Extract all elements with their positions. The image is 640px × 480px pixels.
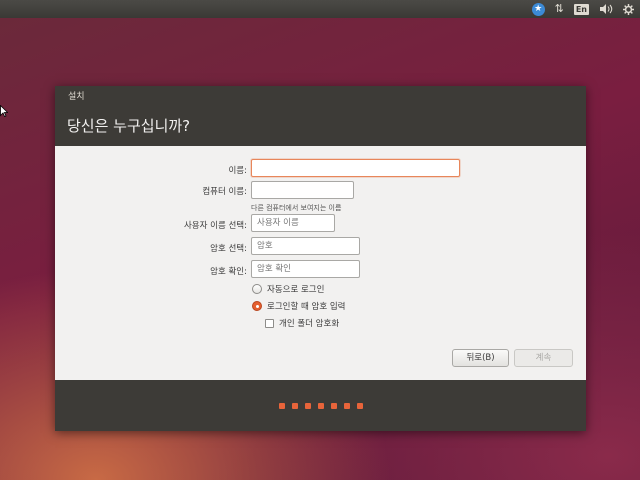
computer-name-hint: 다른 컴퓨터에서 보여지는 이름 xyxy=(251,204,342,212)
window-header: 설치 당신은 누구십니까? xyxy=(55,86,586,146)
top-panel: ★ ⇅ En xyxy=(0,0,640,18)
computer-name-input[interactable] xyxy=(251,181,354,199)
username-input[interactable] xyxy=(251,214,335,232)
auto-login-radio[interactable] xyxy=(252,284,262,294)
mouse-pointer-icon xyxy=(0,102,9,121)
encrypt-home-label: 개인 폴더 암호화 xyxy=(279,319,340,329)
user-form: 이름: 컴퓨터 이름: 다른 컴퓨터에서 보여지는 이름 사용자 이름 선택: … xyxy=(55,146,586,380)
confirm-password-input[interactable] xyxy=(251,260,360,278)
auto-login-option[interactable]: 자동으로 로그인 xyxy=(252,283,324,295)
progress-dot xyxy=(278,402,285,409)
gear-icon[interactable] xyxy=(623,3,634,15)
progress-dot xyxy=(317,402,324,409)
installer-window: 설치 당신은 누구십니까? 이름: 컴퓨터 이름: 다른 컴퓨터에서 보여지는 … xyxy=(55,86,586,431)
name-input[interactable] xyxy=(251,159,460,177)
require-password-option[interactable]: 로그인할 때 암호 입력 xyxy=(252,300,346,312)
volume-icon[interactable] xyxy=(599,4,613,14)
encrypt-home-option[interactable]: 개인 폴더 암호화 xyxy=(265,317,339,329)
accessibility-icon[interactable]: ★ xyxy=(531,2,545,16)
page-heading: 당신은 누구십니까? xyxy=(67,117,191,135)
password-input[interactable] xyxy=(251,237,360,255)
require-password-label: 로그인할 때 암호 입력 xyxy=(267,302,346,312)
require-password-radio[interactable] xyxy=(252,301,262,311)
username-label: 사용자 이름 선택: xyxy=(183,221,247,231)
progress-dot xyxy=(343,402,350,409)
computer-name-label: 컴퓨터 이름: xyxy=(202,187,247,197)
back-button[interactable]: 뒤로(B) xyxy=(452,349,509,367)
progress-indicator xyxy=(55,380,586,431)
name-label: 이름: xyxy=(228,166,247,176)
auto-login-label: 자동으로 로그인 xyxy=(267,285,325,295)
progress-dot xyxy=(291,402,298,409)
progress-dot xyxy=(330,402,337,409)
encrypt-home-checkbox[interactable] xyxy=(265,318,274,328)
progress-dot xyxy=(356,402,363,409)
password-label: 암호 선택: xyxy=(210,244,247,254)
network-updown-icon[interactable]: ⇅ xyxy=(555,0,564,18)
continue-button[interactable]: 계속 xyxy=(514,349,573,367)
window-title: 설치 xyxy=(68,92,85,102)
keyboard-language-indicator[interactable]: En xyxy=(573,3,589,15)
progress-dot xyxy=(304,402,311,409)
confirm-password-label: 암호 확인: xyxy=(210,267,247,277)
